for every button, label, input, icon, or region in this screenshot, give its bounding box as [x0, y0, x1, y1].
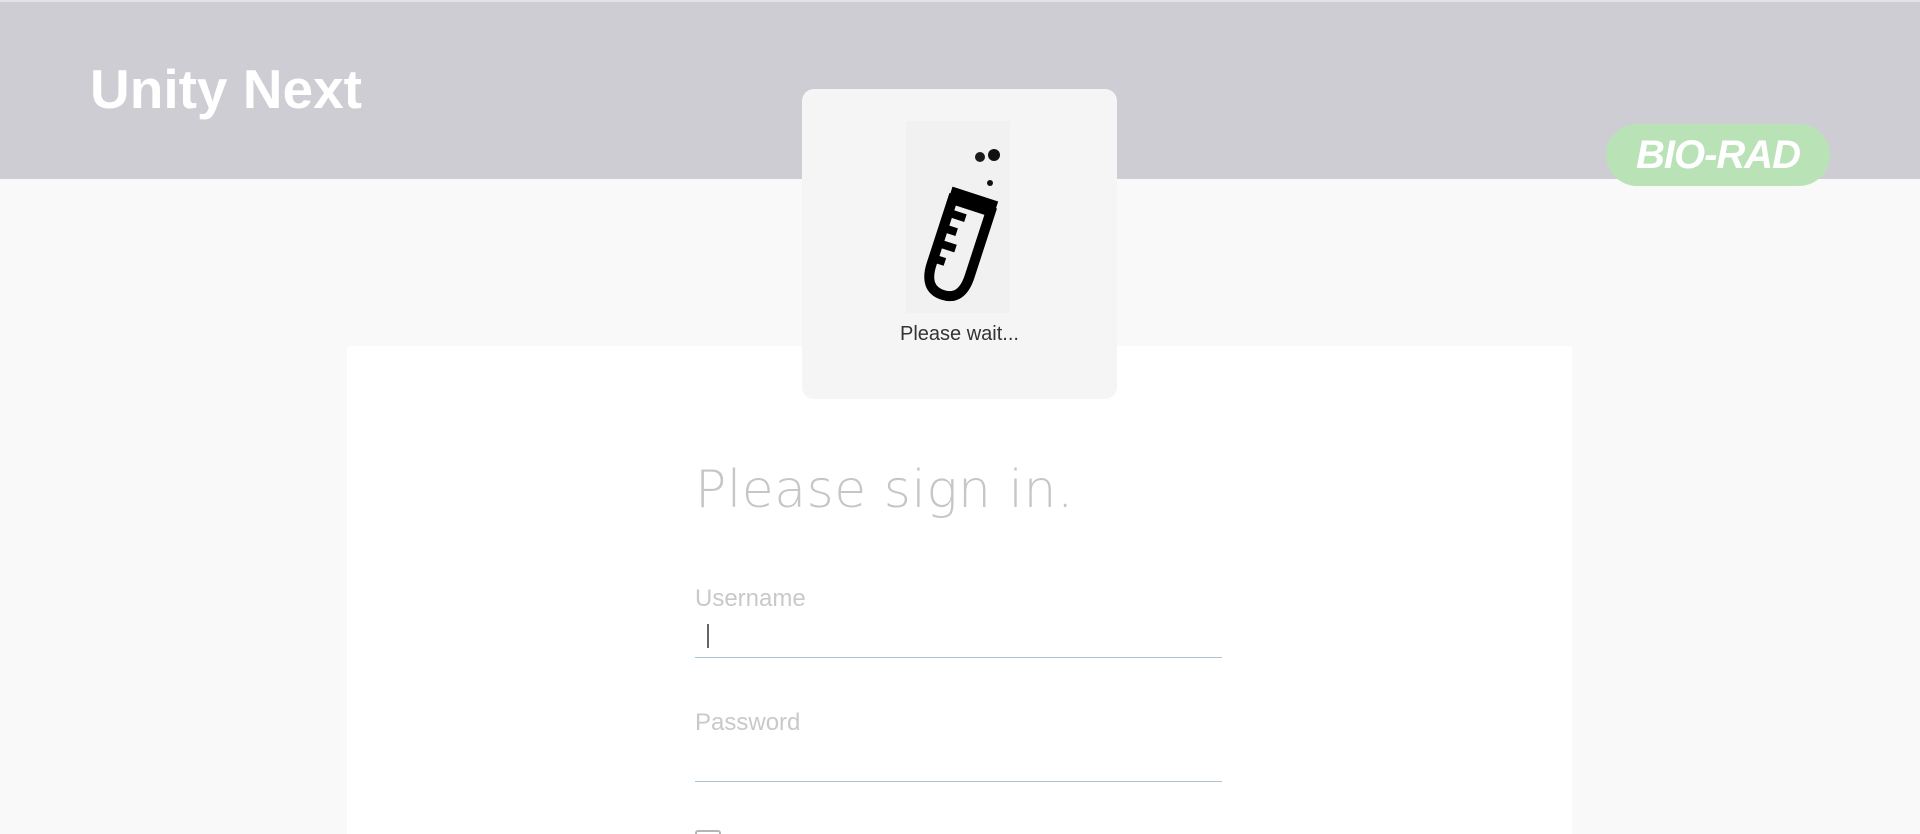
test-tube-icon	[906, 121, 1010, 313]
app-title: Unity Next	[90, 58, 362, 120]
test-tube-svg	[924, 149, 1000, 302]
brand-logo-text: BIO-RAD	[1635, 132, 1801, 177]
loading-message: Please wait...	[900, 323, 1019, 345]
login-page: Unity Next BIO-RAD Please sign in. Usern…	[0, 0, 1920, 834]
username-field: Username	[695, 584, 1222, 658]
password-field: Password	[695, 708, 1222, 782]
remember-me-checkbox[interactable]	[695, 830, 721, 834]
password-input[interactable]	[695, 742, 1222, 782]
signin-card: Please sign in. Username Password	[347, 346, 1572, 834]
text-caret	[707, 624, 709, 648]
username-label: Username	[695, 585, 806, 612]
loading-dialog: Please wait...	[802, 89, 1117, 399]
password-label: Password	[695, 709, 801, 736]
bio-rad-logo: BIO-RAD	[1606, 124, 1830, 186]
username-input[interactable]	[695, 618, 1222, 658]
signin-heading: Please sign in.	[695, 460, 1074, 520]
